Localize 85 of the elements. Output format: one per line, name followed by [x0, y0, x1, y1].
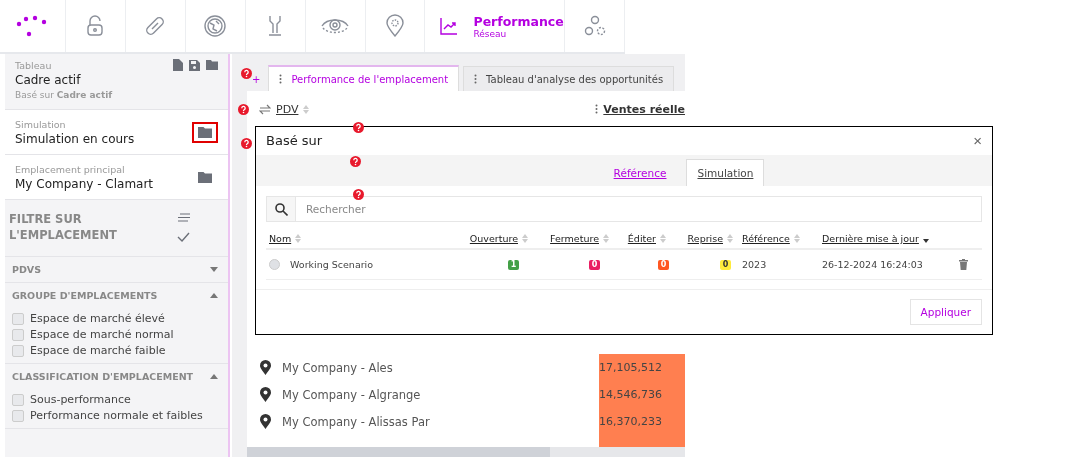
dialog-title: Basé sur [266, 133, 323, 149]
scenario-name: Working Scenario [290, 259, 374, 271]
location-name: My Company - Ales [282, 360, 394, 375]
help-icon[interactable] [350, 156, 361, 167]
section-value: My Company - Clamart [15, 176, 154, 191]
column-header[interactable]: Nom [269, 233, 292, 245]
caret-icon [210, 267, 218, 272]
add-tab-button[interactable]: + [252, 74, 261, 85]
nav-tab[interactable]: Performance Réseau [425, 0, 566, 52]
count-badge: 0 [719, 259, 732, 270]
sales-cell-text: 16,370,233 [598, 415, 663, 428]
count-badge: 1 [507, 259, 520, 270]
nav-title: Performance [473, 13, 564, 29]
circles-icon [583, 15, 606, 37]
checkbox[interactable] [12, 409, 24, 422]
folder-icon[interactable] [198, 126, 212, 138]
search-field[interactable]: Rechercher [296, 196, 982, 223]
drag-handle-icon [279, 74, 283, 84]
updated-date: 26-12-2024 16:24:03 [822, 259, 923, 271]
swap-icon[interactable] [259, 103, 271, 115]
location-pin-icon [260, 414, 271, 429]
column-header[interactable]: Référence [742, 233, 790, 245]
location-pin-icon [260, 360, 271, 375]
drag-handle-icon [595, 104, 599, 114]
count-badge: 0 [588, 259, 601, 270]
column-header[interactable]: Dernière mise à jour [822, 233, 919, 245]
globe-icon [203, 14, 228, 38]
column-header[interactable]: Ventes réelle [603, 102, 685, 116]
help-icon[interactable] [238, 104, 249, 115]
apply-button[interactable]: Appliquer [909, 299, 982, 325]
help-icon[interactable] [241, 68, 252, 79]
option-label: Performance normale et faibles [30, 409, 203, 422]
column-header[interactable]: PDV [276, 102, 299, 116]
checkbox[interactable] [12, 328, 24, 341]
location-pin-icon [385, 14, 405, 38]
trash-icon[interactable] [959, 259, 968, 271]
location-name: My Company - Algrange [282, 387, 422, 402]
option-label: Sous-performance [30, 393, 131, 406]
close-button[interactable]: × [973, 132, 982, 150]
help-icon[interactable] [353, 189, 364, 200]
location-pin-icon [260, 387, 271, 402]
option-label: Espace de marché normal [30, 328, 174, 341]
lines-icon[interactable] [177, 212, 190, 222]
reference-year: 2023 [742, 259, 767, 271]
column-header[interactable]: Éditer [627, 233, 656, 245]
sales-cell-text: 14,546,736 [598, 388, 663, 401]
search-button[interactable] [266, 196, 296, 223]
filter-title: FILTRE SUR L'EMPLACEMENT [9, 210, 118, 244]
caret-icon [210, 374, 218, 379]
radio-button[interactable] [269, 259, 280, 271]
tab[interactable]: Tableau d'analyse des opportunités [463, 66, 675, 91]
location-name: My Company - Alissas Par [282, 414, 431, 429]
option-label: Espace de marché faible [30, 344, 166, 357]
option-label: Espace de marché élevé [30, 312, 165, 325]
column-header[interactable]: Reprise [687, 233, 723, 245]
drag-handle-icon [474, 74, 478, 84]
help-icon[interactable] [241, 138, 252, 149]
nav-subtitle: Réseau [473, 28, 508, 39]
table-name: Cadre actif [15, 73, 82, 87]
lock-icon [85, 15, 106, 37]
based-on-text: Basé sur Cadre actif [15, 90, 114, 100]
section-label: Simulation [15, 118, 67, 130]
scrollbar-thumb[interactable] [247, 447, 550, 457]
checkbox[interactable] [12, 312, 24, 325]
tab[interactable]: Performance de l'emplacement [268, 65, 460, 91]
section-value: Simulation en cours [15, 131, 135, 146]
check-icon[interactable] [177, 231, 190, 242]
section-label: Emplacement principal [15, 163, 126, 175]
checkbox[interactable] [12, 393, 24, 406]
search-icon [274, 202, 288, 216]
count-badge: 0 [657, 259, 670, 270]
trend-chart-icon [439, 16, 460, 36]
help-icon[interactable] [353, 122, 364, 133]
folder-icon[interactable] [206, 60, 218, 70]
tab[interactable]: Simulation [686, 159, 765, 187]
column-header[interactable]: Ouverture [469, 233, 518, 245]
folder-icon[interactable] [198, 171, 212, 183]
checkbox[interactable] [12, 344, 24, 357]
save-icon[interactable] [189, 59, 200, 71]
file-icon[interactable] [173, 59, 183, 71]
column-header[interactable]: Fermeture [550, 233, 599, 245]
tab[interactable]: Référence [603, 160, 677, 187]
caret-icon [210, 293, 218, 298]
section-label: Tableau [15, 59, 52, 71]
sales-cell-text: 17,105,512 [598, 361, 663, 374]
